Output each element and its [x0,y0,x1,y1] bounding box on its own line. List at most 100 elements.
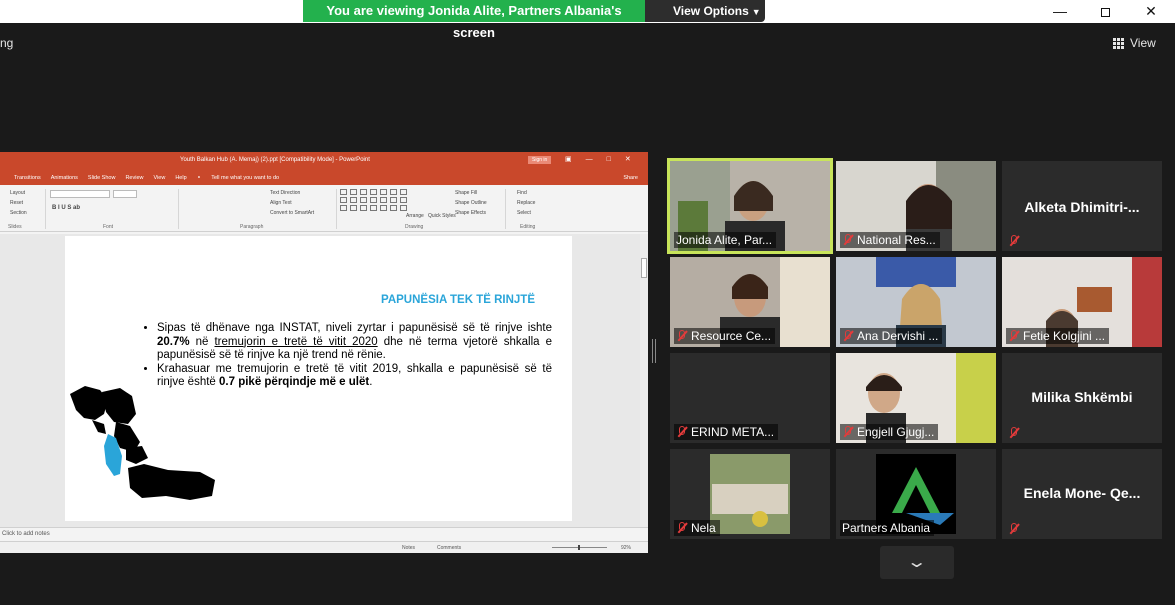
ppt-window-controls[interactable]: ▣—□✕ [565,155,645,163]
menu-transitions[interactable]: Transitions [14,175,41,181]
participant-name-tag: Resource Ce... [674,328,776,344]
participant-name-tag: National Res... [840,232,940,248]
menu-help[interactable]: Help [175,175,186,181]
slide-canvas: PAPUNËSIA TEK TË RINJTË Sipas të dhënave… [0,234,640,527]
participant-tile[interactable]: Ana Dervishi ... [836,257,996,347]
participant-tile[interactable]: Nela [670,449,830,539]
participant-tile[interactable]: Jonida Alite, Par... [667,158,833,254]
share-banner-text: You are viewing Jonida Alite, Partners A… [303,0,645,40]
view-options-button[interactable]: View Options ▼ [645,0,765,22]
tell-me-search[interactable]: Tell me what you want to do [211,175,279,181]
close-button[interactable]: ✕ [1128,0,1174,22]
ribbon-text-direction[interactable]: Text Direction [270,190,300,196]
ppt-titlebar: Youth Balkan Hub (A. Memaj) (2).ppt [Com… [0,152,648,170]
shared-screen[interactable]: Youth Balkan Hub (A. Memaj) (2).ppt [Com… [0,150,648,553]
notes-pane[interactable]: Click to add notes [0,527,648,540]
ribbon-replace[interactable]: Replace [517,200,535,206]
mic-muted-icon [842,330,853,342]
slide-title: PAPUNËSIA TEK TË RINJTË [381,294,535,306]
shapes-gallery[interactable] [340,189,408,211]
drawing-group-label: Drawing [405,224,424,230]
ribbon-quick-styles[interactable]: Quick Styles [428,213,456,219]
menu-view[interactable]: View [154,175,166,181]
mic-muted-icon [1008,235,1019,247]
minimize-button[interactable]: — [1037,0,1083,22]
participant-name-tag: Fetie Kolgjini ... [1006,328,1110,344]
ribbon-arrange[interactable]: Arrange [406,213,424,219]
mic-muted-icon [1008,427,1019,439]
participant-tile[interactable]: Alketa Dhimitri-... [1002,161,1162,251]
bold-button[interactable]: B I U S ab [52,205,80,211]
slide-bullet: Sipas të dhënave nga INSTAT, niveli zyrt… [157,322,552,363]
view-button[interactable]: View [1113,32,1167,54]
lightbulb-icon: ⚬ [196,174,202,181]
zoom-slider[interactable] [552,545,607,550]
participant-name-tag: Nela [674,520,720,536]
view-options-label: View Options [673,4,749,18]
participant-tile[interactable]: National Res... [836,161,996,251]
menu-slide-show[interactable]: Slide Show [88,175,116,181]
ribbon-find[interactable]: Find [517,190,527,196]
mic-muted-icon [1008,523,1019,535]
participant-name-tag: Ana Dervishi ... [840,328,943,344]
participant-name-display: Alketa Dhimitri-... [1024,199,1140,215]
split-divider-handle[interactable] [652,339,656,363]
ribbon-divider [336,189,337,229]
participant-name-tag: Partners Albania [840,520,935,536]
ribbon-convert-smartart[interactable]: Convert to SmartArt [270,210,314,216]
participant-tile[interactable]: ERIND META... [670,353,830,443]
ppt-ribbon: Layout Reset Section Slides B I U S ab F… [0,185,648,232]
participant-name-tag [1006,234,1023,248]
ribbon-shape-outline[interactable]: Shape Outline [455,200,487,206]
restore-icon [1100,8,1110,17]
font-size-select[interactable] [113,190,137,198]
menu-review[interactable]: Review [125,175,143,181]
slides-group-label: Slides [8,224,22,230]
gallery-next-page-button[interactable]: ⌄ [880,546,954,579]
slide-scrollbar[interactable] [640,234,648,527]
balkan-map-image [70,386,215,500]
participant-tile[interactable]: Milika Shkëmbi [1002,353,1162,443]
slide-body: Sipas të dhënave nga INSTAT, niveli zyrt… [145,322,552,390]
ppt-menu-bar: Transitions Animations Slide Show Review… [0,170,648,185]
chevron-down-icon: ▼ [751,7,761,17]
status-comments-button[interactable]: Comments [437,545,461,551]
participant-tile[interactable]: Resource Ce... [670,257,830,347]
participant-tile[interactable]: Engjell Gjugj... [836,353,996,443]
participant-name-tag: Jonida Alite, Par... [674,232,777,248]
scrollbar-thumb[interactable] [641,258,647,278]
participant-name-display: Milika Shkëmbi [1031,389,1133,405]
restore-button[interactable] [1082,0,1128,22]
mic-muted-icon [842,426,853,438]
mic-muted-icon [676,330,687,342]
ribbon-shape-fill[interactable]: Shape Fill [455,190,477,196]
participant-tile[interactable]: Partners Albania [836,449,996,539]
ppt-share-button[interactable]: Share [623,175,638,181]
participant-name-tag: Engjell Gjugj... [840,424,939,440]
ribbon-divider [505,189,506,229]
participant-name-tag [1006,426,1023,440]
current-slide[interactable]: PAPUNËSIA TEK TË RINJTË Sipas të dhënave… [65,236,572,521]
window-titlebar: You are viewing Jonida Alite, Partners A… [0,0,1175,40]
view-label: View [1130,36,1156,50]
ribbon-align-text[interactable]: Align Text [270,200,292,206]
menu-animations[interactable]: Animations [51,175,78,181]
left-cut-label: ng [0,36,14,50]
status-notes-button[interactable]: Notes [402,545,415,551]
participant-name-tag [1006,522,1023,536]
participant-name-tag: ERIND META... [674,424,779,440]
participant-tile[interactable]: Fetie Kolgjini ... [1002,257,1162,347]
zoom-level: 92% [621,545,632,551]
ribbon-shape-effects[interactable]: Shape Effects [455,210,486,216]
screen-share-banner: You are viewing Jonida Alite, Partners A… [303,0,765,40]
participant-name-display: Enela Mone- Qe... [1023,485,1141,501]
ribbon-select[interactable]: Select [517,210,531,216]
font-name-select[interactable] [50,190,110,198]
ribbon-section[interactable]: Section [10,210,27,216]
ribbon-reset[interactable]: Reset [10,200,23,206]
mic-muted-icon [842,234,853,246]
ribbon-layout[interactable]: Layout [10,190,25,196]
participant-tile[interactable]: Enela Mone- Qe... [1002,449,1162,539]
ppt-signin-button[interactable]: Sign in [528,156,552,164]
mic-muted-icon [676,522,687,534]
